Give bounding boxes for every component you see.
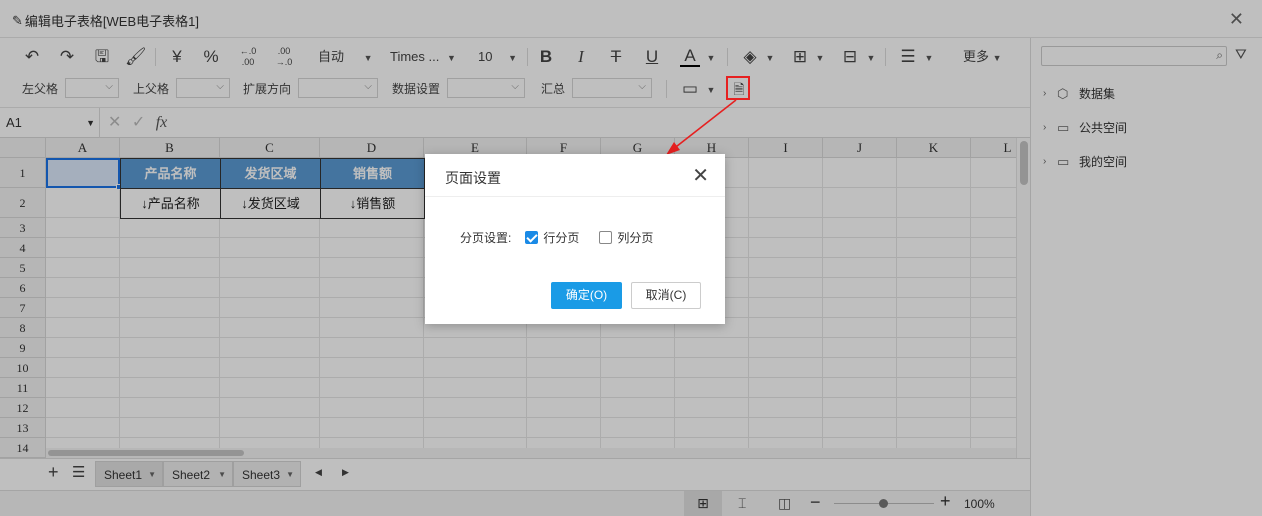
dialog-header: 页面设置 ✕ [425, 154, 725, 197]
dialog-title: 页面设置 [445, 170, 501, 186]
row-paging-label[interactable]: 行分页 [543, 229, 579, 246]
ok-button[interactable]: 确定(O) [551, 282, 622, 309]
paging-setting-row: 分页设置: 行分页 列分页 [460, 229, 653, 245]
col-paging-label[interactable]: 列分页 [617, 229, 653, 246]
page-setup-dialog: 页面设置 ✕ 分页设置: 行分页 列分页 确定(O) 取消(C) [425, 154, 725, 324]
cancel-button[interactable]: 取消(C) [631, 282, 701, 309]
highlight-box [726, 76, 750, 100]
col-paging-checkbox[interactable] [599, 230, 613, 244]
close-icon[interactable]: ✕ [692, 163, 709, 188]
row-paging-checkbox[interactable] [525, 230, 539, 244]
annotation-arrow [666, 99, 737, 155]
paging-setting-label: 分页设置: [460, 230, 512, 245]
